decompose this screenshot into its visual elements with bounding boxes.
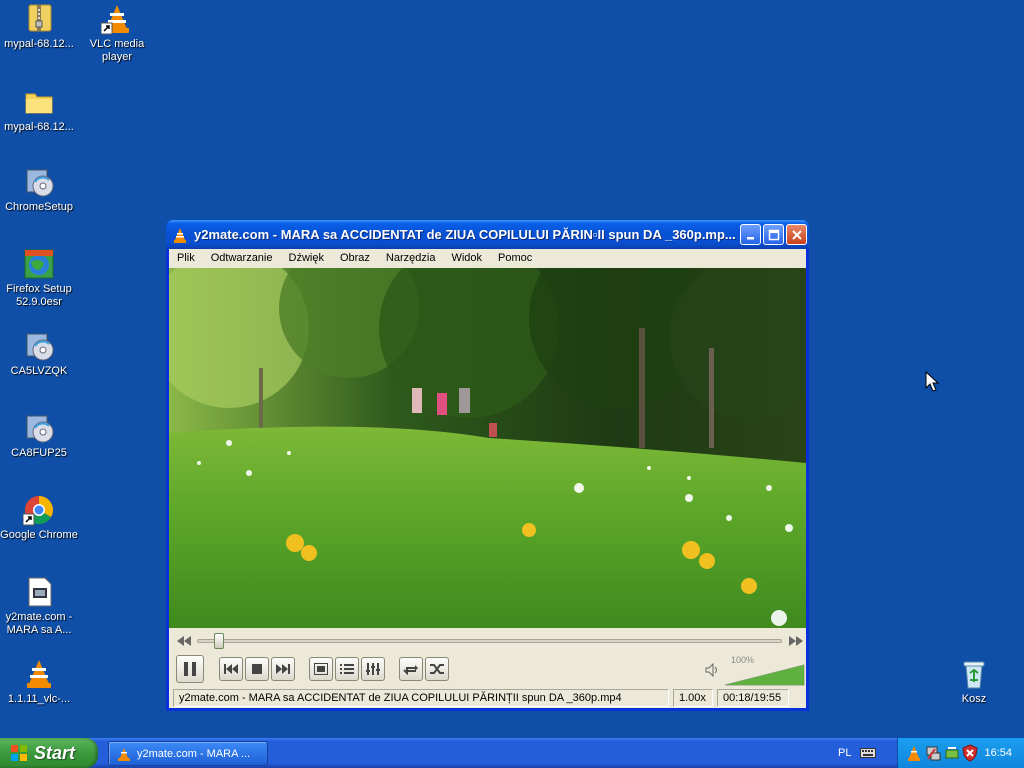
playlist-icon	[340, 664, 354, 674]
desktop-icon-label: Firefox Setup 52.9.0esr	[6, 283, 72, 308]
minimize-icon	[746, 236, 754, 239]
desktop-icon-google-chrome[interactable]: Google Chrome	[0, 494, 78, 542]
pause-button[interactable]	[176, 655, 204, 683]
taskbar-item-label: y2mate.com - MARA ...	[137, 747, 251, 760]
taskbar: Start y2mate.com - MARA ... PL 16:54	[0, 738, 1024, 768]
safely-remove-tray-icon[interactable]	[944, 745, 960, 761]
installer-icon	[23, 412, 55, 444]
desktop-icon-chromesetup[interactable]: ChromeSetup	[0, 166, 78, 214]
desktop-icon-label: ChromeSetup	[5, 201, 73, 213]
desktop-icon-label: mypal-68.12...	[4, 121, 74, 133]
vlc-cone-icon	[174, 227, 186, 243]
mouse-cursor-icon	[925, 371, 939, 392]
menu-odtwarzanie[interactable]: Odtwarzanie	[203, 249, 281, 268]
rewind-icon[interactable]	[177, 636, 191, 646]
desktop-icon-label: 1.1.11_vlc-...	[7, 693, 71, 705]
status-time[interactable]: 00:18/19:55	[717, 689, 789, 707]
installer-globe-icon	[23, 248, 55, 280]
previous-button[interactable]	[219, 657, 243, 681]
seek-bar[interactable]	[197, 639, 782, 643]
installer-icon	[23, 166, 55, 198]
desktop-icon-label: CA5LVZQK	[10, 365, 68, 377]
chrome-icon	[22, 494, 55, 526]
system-tray: 16:54	[897, 738, 1024, 768]
controls-row: 100%	[169, 654, 806, 686]
language-indicator[interactable]: PL	[838, 747, 851, 759]
desktop-icon-y2mate-file[interactable]: y2mate.com - MARA sa A...	[0, 576, 78, 637]
equalizer-icon	[366, 663, 380, 675]
skip-next-icon	[276, 664, 290, 674]
stop-button[interactable]	[245, 657, 269, 681]
zip-folder-icon	[23, 3, 55, 35]
vlc-tray-icon[interactable]	[906, 745, 922, 761]
network-tray-icon[interactable]	[925, 745, 941, 761]
menu-obraz[interactable]: Obraz	[332, 249, 378, 268]
playlist-button[interactable]	[335, 657, 359, 681]
start-button[interactable]: Start	[0, 738, 98, 768]
menu-bar: Plik Odtwarzanie Dźwięk Obraz Narzędzia …	[169, 249, 806, 268]
desktop-icon-mypal-folder[interactable]: mypal-68.12...	[0, 86, 78, 134]
extended-settings-button[interactable]	[361, 657, 385, 681]
status-playback-speed[interactable]: 1.00x	[673, 689, 713, 707]
fast-forward-icon[interactable]	[789, 636, 803, 646]
menu-widok[interactable]: Widok	[443, 249, 490, 268]
fullscreen-icon	[314, 663, 328, 675]
desktop-icon-vlc-installer[interactable]: 1.1.11_vlc-...	[0, 658, 78, 706]
desktop-icon-label: y2mate.com - MARA sa A...	[5, 611, 73, 636]
folder-icon	[23, 86, 55, 118]
fullscreen-button[interactable]	[309, 657, 333, 681]
start-label: Start	[34, 742, 76, 763]
menu-dzwiek[interactable]: Dźwięk	[281, 249, 332, 268]
window-titlebar[interactable]: y2mate.com - MARA sa ACCIDENTAT de ZIUA …	[166, 220, 809, 249]
desktop-icon-mypal-archive[interactable]: mypal-68.12...	[0, 3, 78, 51]
speaker-icon[interactable]	[705, 663, 719, 677]
status-filename: y2mate.com - MARA sa ACCIDENTAT de ZIUA …	[173, 689, 669, 707]
desktop-icon-label: mypal-68.12...	[4, 38, 74, 50]
pause-icon	[184, 662, 196, 676]
desktop-icon-label: CA8FUP25	[11, 447, 67, 459]
shuffle-icon	[430, 664, 444, 674]
video-file-icon	[23, 576, 55, 608]
menu-pomoc[interactable]: Pomoc	[490, 249, 540, 268]
vlc-cone-icon	[100, 3, 133, 35]
desktop-icon-ca8fup25[interactable]: CA8FUP25	[0, 412, 78, 460]
shuffle-button[interactable]	[425, 657, 449, 681]
seek-row	[169, 630, 806, 652]
taskbar-item-vlc[interactable]: y2mate.com - MARA ...	[108, 741, 268, 766]
video-frame-image	[169, 268, 806, 628]
seek-handle[interactable]	[214, 633, 225, 649]
recycle-bin-icon	[958, 658, 990, 690]
vlc-cone-icon	[23, 658, 55, 690]
maximize-button[interactable]	[763, 224, 784, 245]
menu-narzedzia[interactable]: Narzędzia	[378, 249, 444, 268]
windows-logo-icon	[11, 745, 27, 761]
clock[interactable]: 16:54	[984, 747, 1012, 759]
video-display[interactable]	[169, 268, 806, 628]
desktop-icon-firefox-setup[interactable]: Firefox Setup 52.9.0esr	[0, 248, 78, 309]
desktop-icon-label: Google Chrome	[0, 529, 78, 541]
desktop-icon-label: Kosz	[961, 693, 987, 705]
window-title: y2mate.com - MARA sa ACCIDENTAT de ZIUA …	[194, 227, 736, 242]
status-bar: y2mate.com - MARA sa ACCIDENTAT de ZIUA …	[169, 688, 806, 708]
installer-icon	[23, 330, 55, 362]
desktop-icon-label: VLC media player	[89, 38, 145, 63]
desktop-icon-vlc[interactable]: VLC media player	[78, 3, 156, 64]
keyboard-icon[interactable]	[860, 747, 876, 759]
maximize-icon	[768, 229, 779, 240]
vlc-window: y2mate.com - MARA sa ACCIDENTAT de ZIUA …	[166, 220, 809, 711]
security-shield-tray-icon[interactable]	[962, 744, 978, 762]
stop-icon	[252, 664, 262, 674]
skip-previous-icon	[224, 664, 238, 674]
loop-button[interactable]	[399, 657, 423, 681]
desktop-icon-recycle-bin[interactable]: Kosz	[935, 658, 1013, 706]
vlc-cone-icon	[118, 747, 130, 761]
loop-icon	[403, 665, 418, 675]
desktop-icon-ca5lvzqk[interactable]: CA5LVZQK	[0, 330, 78, 378]
menu-plik[interactable]: Plik	[169, 249, 203, 268]
close-icon	[791, 229, 802, 240]
volume-slider[interactable]	[724, 664, 806, 686]
minimize-button[interactable]	[740, 224, 761, 245]
next-button[interactable]	[271, 657, 295, 681]
close-button[interactable]	[786, 224, 807, 245]
